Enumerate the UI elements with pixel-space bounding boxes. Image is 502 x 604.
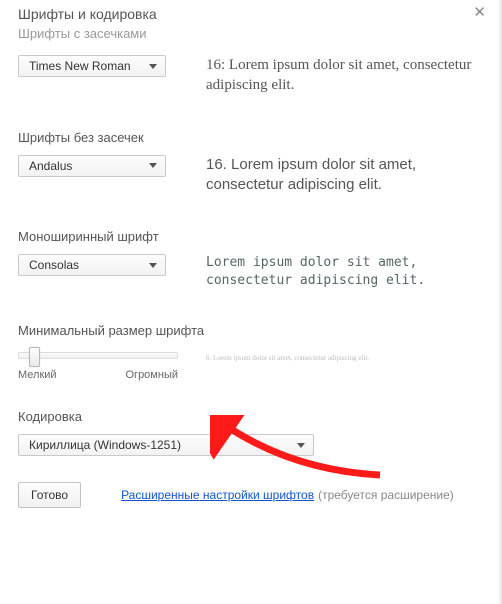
slider-max-label: Огромный xyxy=(126,369,179,381)
mono-font-select[interactable]: Consolas xyxy=(18,254,166,276)
dropdown-icon xyxy=(149,64,157,69)
encoding-select[interactable]: Кириллица (Windows-1251) xyxy=(18,434,314,456)
panel-title: Шрифты и кодировка xyxy=(18,6,483,22)
encoding-section: Кодировка Кириллица (Windows-1251) xyxy=(18,409,483,456)
serif-section: Times New Roman 16: Lorem ipsum dolor si… xyxy=(18,55,483,96)
dropdown-icon xyxy=(297,443,305,448)
encoding-section-label: Кодировка xyxy=(18,409,483,424)
advanced-fonts-link[interactable]: Расширенные настройки шрифтов xyxy=(121,488,314,502)
mono-font-value: Consolas xyxy=(29,258,79,272)
serif-preview: 16: Lorem ipsum dolor sit amet, consecte… xyxy=(206,55,483,96)
serif-font-select[interactable]: Times New Roman xyxy=(18,55,166,77)
encoding-value: Кириллица (Windows-1251) xyxy=(29,438,181,452)
done-button[interactable]: Готово xyxy=(18,482,81,508)
mono-preview: Lorem ipsum dolor sit amet, consectetur … xyxy=(206,254,483,289)
minsize-slider[interactable] xyxy=(18,352,178,359)
sans-section: Шрифты без засечек Andalus 16. Lorem ips… xyxy=(18,130,483,196)
dropdown-icon xyxy=(149,263,157,268)
minsize-preview: 6. Lorem ipsum dolor sit amet, consectet… xyxy=(206,354,483,363)
sans-preview: 16. Lorem ipsum dolor sit amet, consecte… xyxy=(206,155,483,196)
mono-section-label: Моноширинный шрифт xyxy=(18,229,483,244)
fonts-encoding-panel: Шрифты и кодировка Шрифты с засечками Ti… xyxy=(0,0,502,604)
serif-section-label: Шрифты с засечками xyxy=(18,26,483,41)
sans-section-label: Шрифты без засечек xyxy=(18,130,483,145)
close-button[interactable]: ✕ xyxy=(467,4,492,21)
close-icon: ✕ xyxy=(473,4,486,21)
sans-font-value: Andalus xyxy=(29,159,72,173)
footer: Готово Расширенные настройки шрифтов (тр… xyxy=(18,482,483,508)
advanced-fonts-hint: (требуется расширение) xyxy=(318,488,454,502)
minsize-section-label: Минимальный размер шрифта xyxy=(18,323,483,338)
dropdown-icon xyxy=(149,163,157,168)
minsize-section: Минимальный размер шрифта Мелкий Огромны… xyxy=(18,323,483,381)
mono-section: Моноширинный шрифт Consolas Lorem ipsum … xyxy=(18,229,483,289)
serif-font-value: Times New Roman xyxy=(29,59,131,73)
slider-thumb[interactable] xyxy=(29,347,40,367)
sans-font-select[interactable]: Andalus xyxy=(18,155,166,177)
slider-min-label: Мелкий xyxy=(18,369,57,381)
